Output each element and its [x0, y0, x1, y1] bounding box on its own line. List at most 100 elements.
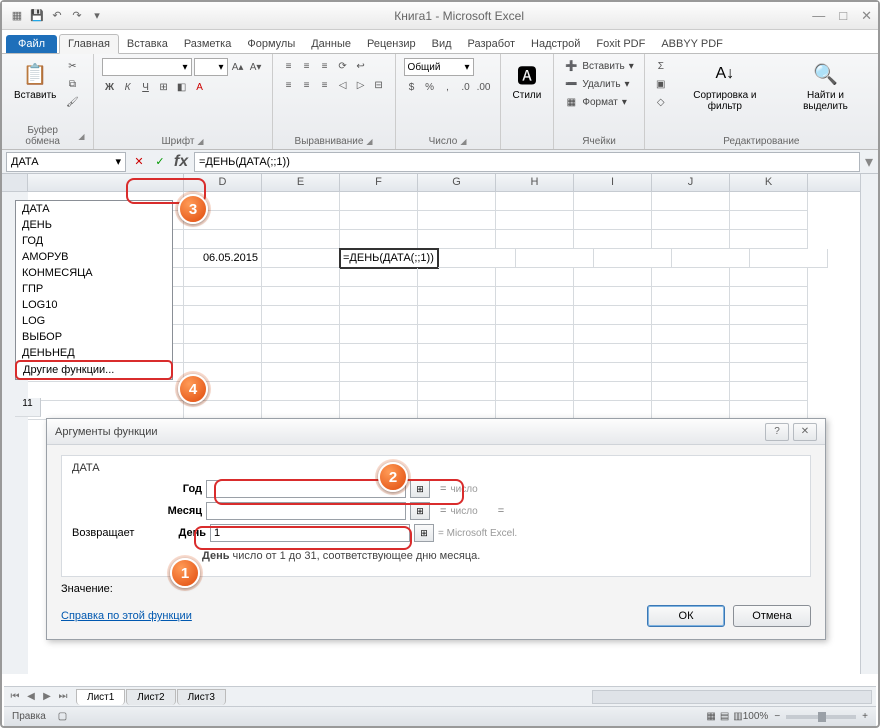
vertical-scrollbar[interactable]	[860, 174, 878, 674]
col-header[interactable]: D	[184, 174, 262, 191]
function-name-dropdown[interactable]: ДАТА ДЕНЬ ГОД АМОРУВ КОНМЕСЯЦА ГПР LOG10…	[15, 200, 173, 380]
dialog-close-button[interactable]: ✕	[793, 423, 817, 441]
fn-item[interactable]: LOG10	[16, 297, 172, 313]
fn-item[interactable]: ДЕНЬНЕД	[16, 345, 172, 361]
align-top-icon[interactable]: ≡	[281, 58, 297, 74]
format-painter-icon[interactable]: 🖌	[64, 94, 80, 110]
formula-input[interactable]: =ДЕНЬ(ДАТА(;;1))	[194, 152, 860, 172]
tab-view[interactable]: Вид	[424, 35, 460, 53]
merge-icon[interactable]: ⊟	[371, 77, 387, 93]
sheet-tab[interactable]: Лист3	[177, 689, 226, 705]
tab-home[interactable]: Главная	[59, 34, 119, 54]
close-button[interactable]: ✕	[861, 8, 872, 24]
zoom-level[interactable]: 100%	[743, 711, 769, 722]
autosum-icon[interactable]: Σ	[653, 58, 669, 74]
border-icon[interactable]: ⊞	[156, 79, 172, 95]
row-header[interactable]: 11	[15, 398, 41, 417]
help-link[interactable]: Справка по этой функции	[61, 610, 639, 622]
paste-button[interactable]: 📋 Вставить	[10, 58, 60, 103]
fn-other-functions[interactable]: Другие функции...	[15, 360, 173, 380]
fx-icon[interactable]: fx	[172, 153, 190, 171]
view-normal-icon[interactable]: ▦	[706, 711, 715, 722]
cancel-formula-icon[interactable]: ✕	[130, 153, 148, 171]
range-selector-icon[interactable]: ⊞	[410, 502, 430, 520]
col-header[interactable]: H	[496, 174, 574, 191]
fill-color-icon[interactable]: ◧	[174, 79, 190, 95]
align-center-icon[interactable]: ≡	[299, 77, 315, 93]
enter-formula-icon[interactable]: ✓	[151, 153, 169, 171]
view-layout-icon[interactable]: ▤	[720, 711, 729, 722]
currency-icon[interactable]: $	[404, 79, 420, 95]
tab-file[interactable]: Файл	[6, 35, 57, 53]
italic-button[interactable]: К	[120, 79, 136, 95]
sort-filter-button[interactable]: A↓ Сортировка и фильтр	[673, 58, 777, 114]
next-sheet-icon[interactable]: ▶	[40, 691, 54, 702]
col-header[interactable]: K	[730, 174, 808, 191]
styles-button[interactable]: 🅰 Стили	[509, 58, 546, 103]
sheet-tab[interactable]: Лист1	[76, 689, 125, 705]
ok-button[interactable]: ОК	[647, 605, 725, 627]
font-size-select[interactable]: ▾	[194, 58, 228, 76]
tab-data[interactable]: Данные	[303, 35, 359, 53]
dialog-launcher-icon[interactable]: ◢	[78, 132, 84, 141]
expand-formula-icon[interactable]: ▾	[860, 152, 878, 172]
fn-item[interactable]: КОНМЕСЯЦА	[16, 265, 172, 281]
cell-d4[interactable]: 06.05.2015	[184, 249, 262, 268]
zoom-out-icon[interactable]: −	[774, 711, 780, 722]
fn-item[interactable]: ГПР	[16, 281, 172, 297]
save-icon[interactable]: 💾	[28, 7, 46, 25]
cancel-button[interactable]: Отмена	[733, 605, 811, 627]
horizontal-scrollbar[interactable]	[592, 690, 872, 704]
fn-item[interactable]: ВЫБОР	[16, 329, 172, 345]
minimize-button[interactable]: ―	[812, 8, 825, 24]
tab-developer[interactable]: Разработ	[460, 35, 523, 53]
decrease-indent-icon[interactable]: ◁	[335, 77, 351, 93]
day-input[interactable]	[210, 524, 410, 542]
font-color-icon[interactable]: A	[192, 79, 208, 95]
macro-record-icon[interactable]: ▢	[58, 711, 67, 722]
col-header[interactable]: J	[652, 174, 730, 191]
last-sheet-icon[interactable]: ⏭	[56, 691, 70, 702]
align-middle-icon[interactable]: ≡	[299, 58, 315, 74]
dialog-launcher-icon[interactable]: ◢	[366, 137, 372, 146]
decrease-font-icon[interactable]: A▾	[248, 59, 264, 75]
dialog-launcher-icon[interactable]: ◢	[460, 137, 466, 146]
increase-font-icon[interactable]: A▴	[230, 59, 246, 75]
font-name-select[interactable]: ▾	[102, 58, 192, 76]
bold-button[interactable]: Ж	[102, 79, 118, 95]
qat-dropdown-icon[interactable]: ▾	[88, 7, 106, 25]
orientation-icon[interactable]: ⟳	[335, 58, 351, 74]
name-box[interactable]: ДАТА ▾	[6, 152, 126, 172]
align-right-icon[interactable]: ≡	[317, 77, 333, 93]
tab-formulas[interactable]: Формулы	[239, 35, 303, 53]
align-bottom-icon[interactable]: ≡	[317, 58, 333, 74]
month-input[interactable]	[206, 502, 406, 520]
year-input[interactable]	[206, 480, 406, 498]
select-all-corner[interactable]	[2, 174, 28, 192]
copy-icon[interactable]: ⧉	[64, 76, 80, 92]
percent-icon[interactable]: %	[422, 79, 438, 95]
tab-abbyy[interactable]: ABBYY PDF	[653, 35, 731, 53]
tab-foxit[interactable]: Foxit PDF	[588, 35, 653, 53]
zoom-slider[interactable]	[786, 715, 856, 719]
fill-icon[interactable]: ▣	[653, 76, 669, 92]
align-left-icon[interactable]: ≡	[281, 77, 297, 93]
fn-item[interactable]: ГОД	[16, 233, 172, 249]
decrease-decimal-icon[interactable]: .00	[476, 79, 492, 95]
number-format-select[interactable]: Общий▾	[404, 58, 474, 76]
col-header[interactable]: E	[262, 174, 340, 191]
insert-cells-button[interactable]: ➕Вставить▾	[562, 58, 635, 74]
namebox-dropdown-icon[interactable]: ▾	[115, 155, 121, 168]
increase-indent-icon[interactable]: ▷	[353, 77, 369, 93]
col-header[interactable]: F	[340, 174, 418, 191]
tab-addins[interactable]: Надстрой	[523, 35, 588, 53]
clear-icon[interactable]: ◇	[653, 94, 669, 110]
zoom-in-icon[interactable]: +	[862, 711, 868, 722]
tab-layout[interactable]: Разметка	[176, 35, 240, 53]
fn-item[interactable]: ДАТА	[16, 201, 172, 217]
range-selector-icon[interactable]: ⊞	[410, 480, 430, 498]
col-header-hidden[interactable]	[28, 174, 184, 191]
col-header[interactable]: G	[418, 174, 496, 191]
cell-f4-active[interactable]: =ДЕНЬ(ДАТА(;;1))	[340, 249, 438, 268]
view-pagebreak-icon[interactable]: ▥	[733, 711, 742, 722]
